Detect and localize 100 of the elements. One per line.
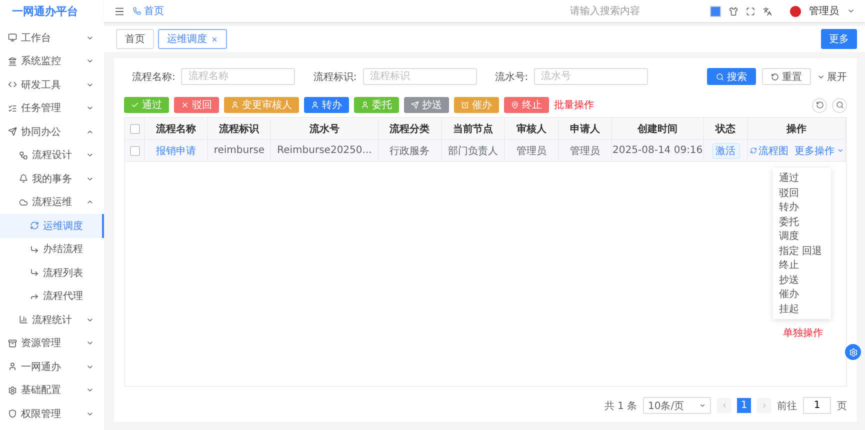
menu-item[interactable]: 委托 — [773, 214, 831, 229]
table-cell: 2025-08-14 09:16 — [612, 140, 704, 161]
sidebar-item[interactable]: 流程列表 — [0, 261, 104, 284]
search-field[interactable]: 请输入搜索内容 — [568, 4, 662, 18]
menu-item-icon — [8, 362, 17, 372]
status-tag: 激活 — [712, 142, 740, 158]
menu-item[interactable]: 终止 — [773, 258, 831, 272]
filter-field[interactable]: 流程名称 — [181, 68, 296, 85]
column-header: 流程标识 — [208, 118, 272, 139]
sidebar-item[interactable]: 流程设计 — [0, 144, 104, 167]
sidebar-item[interactable]: 流程运维 — [0, 190, 104, 214]
column-header: 状态 — [704, 118, 748, 139]
sidebar-item[interactable]: 协同办公 — [0, 120, 104, 144]
reset-button[interactable]: 重置 — [762, 68, 811, 85]
send-icon — [411, 101, 419, 109]
chevron-left-icon — [720, 402, 728, 409]
menu-item[interactable]: 指定 回退 — [773, 244, 831, 258]
filter-field[interactable]: 流水号 — [534, 68, 648, 85]
annotation-text: 单独操作 — [783, 326, 823, 340]
select-all-checkbox[interactable] — [130, 124, 140, 134]
column-header: 当前节点 — [442, 118, 505, 139]
chevron-down-icon[interactable] — [847, 7, 855, 15]
menu-item-icon — [8, 80, 17, 90]
sidebar-item[interactable]: 研发工具 — [0, 73, 104, 96]
user-icon — [361, 101, 369, 109]
table-cell: 管理员 — [504, 140, 559, 161]
settings-button[interactable] — [845, 344, 861, 360]
chevron-right-icon — [760, 402, 768, 409]
refresh-icon — [750, 147, 757, 154]
cross-icon — [181, 101, 189, 109]
menu-item[interactable]: 调度 — [773, 229, 831, 244]
goto-label: 前往 — [777, 400, 797, 412]
menu-item[interactable]: 通过 — [773, 171, 831, 186]
sidebar-item[interactable]: 我的事务 — [0, 167, 104, 190]
menu-item-icon — [8, 386, 17, 395]
fullscreen-icon[interactable] — [746, 6, 755, 16]
sidebar-item[interactable]: 流程统计 — [0, 308, 104, 332]
sidebar-item[interactable]: 系统监控 — [0, 50, 104, 73]
chevron-down-icon — [836, 147, 844, 154]
reset-icon — [771, 72, 779, 80]
phone-icon — [133, 7, 141, 15]
menu-item-icon — [30, 221, 39, 230]
more-button[interactable]: 更多 — [821, 29, 857, 49]
column-header: 流程名称 — [145, 118, 208, 139]
language-icon[interactable] — [763, 6, 772, 16]
avatar[interactable] — [790, 6, 801, 16]
column-header: 审核人 — [504, 118, 559, 139]
column-header: 流水号 — [271, 118, 379, 139]
menu-item[interactable]: 挂起 — [773, 302, 831, 316]
sidebar-item[interactable]: 一网通办 — [0, 355, 104, 378]
column-header: 申请人 — [558, 118, 612, 139]
menu-item-icon — [30, 244, 39, 254]
menu-item-icon — [8, 409, 17, 418]
sidebar-item[interactable]: 资源管理 — [0, 332, 104, 355]
menu-item[interactable]: 抄送 — [773, 272, 831, 287]
row-checkbox[interactable] — [130, 146, 140, 156]
expand-toggle[interactable]: 展开 — [817, 70, 847, 84]
table-cell: 行政服务 — [378, 140, 442, 161]
user-name[interactable]: 管理员 — [809, 4, 839, 18]
breadcrumb-link[interactable]: 首页 — [133, 4, 164, 18]
app-logo: 一网通办平台 — [0, 0, 104, 22]
shirt-icon[interactable] — [729, 6, 738, 16]
menu-item-icon — [8, 104, 17, 113]
batch-action-button[interactable]: 转办 — [304, 97, 349, 113]
page-tab[interactable]: 首页 — [116, 29, 154, 49]
more-actions-link[interactable]: 更多操作 — [792, 144, 847, 158]
menu-item[interactable]: 催办 — [773, 287, 831, 302]
page-number[interactable]: 1 — [737, 398, 751, 413]
close-icon[interactable] — [211, 36, 218, 42]
column-header: 创建时间 — [612, 118, 704, 139]
menu-icon[interactable] — [114, 6, 125, 16]
table-cell[interactable]: 报销申请 — [145, 140, 208, 161]
page-number-field[interactable]: 1 — [803, 397, 831, 414]
sidebar-item[interactable]: 流程代理 — [0, 284, 104, 308]
check-icon — [131, 101, 139, 109]
menu-item[interactable]: 转办 — [773, 200, 831, 214]
sidebar-item[interactable]: 任务管理 — [0, 96, 104, 120]
search-button[interactable]: 搜索 — [707, 68, 756, 85]
alarm-icon — [461, 101, 469, 109]
search-toggle-button[interactable] — [832, 98, 847, 112]
refresh-icon — [816, 101, 824, 109]
refresh-button[interactable] — [812, 98, 827, 112]
settings-icon — [848, 348, 858, 356]
square-icon[interactable] — [710, 6, 721, 16]
user-icon — [311, 101, 319, 109]
chevron-down-icon — [699, 402, 706, 409]
menu-item[interactable]: 驳回 — [773, 186, 831, 200]
page-size-select[interactable]: 10条/页 — [643, 397, 711, 414]
sidebar-item[interactable]: 办结流程 — [0, 238, 104, 261]
menu-item-icon — [8, 127, 17, 136]
sidebar-item[interactable]: 基础配置 — [0, 378, 104, 402]
page-tab[interactable]: 运维调度 — [158, 29, 227, 49]
table-cell: 管理员 — [558, 140, 612, 161]
user-icon — [231, 101, 239, 109]
total-count: 共 1 条 — [604, 400, 637, 412]
filter-field[interactable]: 流程标识 — [362, 68, 477, 85]
menu-item-icon — [8, 338, 17, 348]
column-header: 操作 — [748, 118, 846, 139]
sidebar-item[interactable]: 权限管理 — [0, 402, 104, 426]
sidebar-item[interactable]: 工作台 — [0, 26, 104, 50]
